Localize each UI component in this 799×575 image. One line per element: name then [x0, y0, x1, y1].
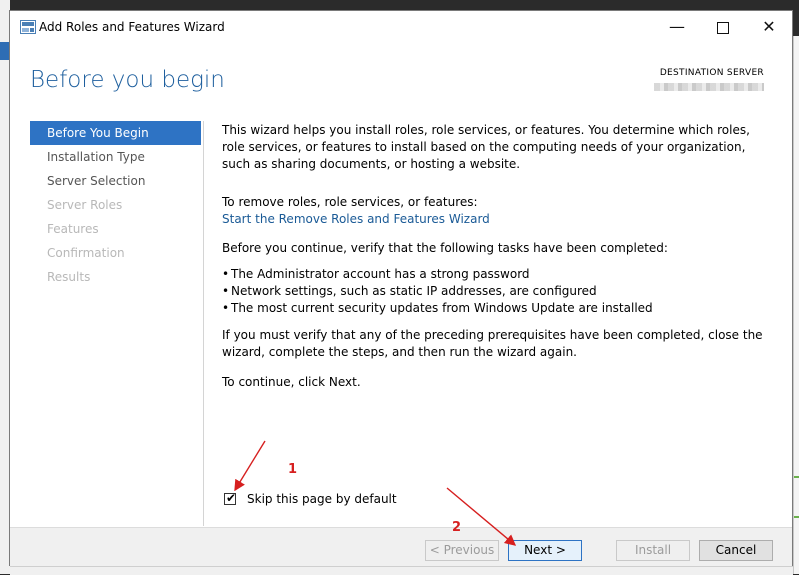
maximize-icon [717, 21, 729, 34]
destination-server-label: DESTINATION SERVER [659, 68, 764, 78]
close-icon: ✕ [762, 17, 776, 36]
cancel-button[interactable]: Cancel [699, 540, 773, 561]
prereq-text: If you must verify that any of the prece… [222, 328, 763, 359]
annotation-number-2: 2 [452, 520, 462, 535]
next-button[interactable]: Next > [508, 540, 582, 561]
install-button: Install [616, 540, 690, 561]
list-item: • Network settings, such as static IP add… [222, 284, 597, 298]
remove-text: To remove roles, role services, or featu… [222, 195, 478, 209]
prerequisite-list: • The Administrator account has a strong … [222, 266, 770, 317]
skip-page-label[interactable]: Skip this page by default [247, 492, 397, 506]
window-title: Add Roles and Features Wizard [39, 20, 225, 34]
nav-item-server-roles: Server Roles [47, 198, 123, 212]
nav-item-confirmation: Confirmation [47, 246, 125, 260]
maximize-button[interactable] [700, 11, 746, 43]
skip-page-checkbox[interactable]: ✔ [224, 491, 237, 505]
continue-text: To continue, click Next. [222, 375, 361, 389]
verify-text: Before you continue, verify that the fol… [222, 241, 668, 255]
remove-wizard-link[interactable]: Start the Remove Roles and Features Wiza… [222, 211, 770, 228]
annotation-number-1: 1 [288, 462, 298, 477]
nav-item-server-selection[interactable]: Server Selection [30, 169, 201, 193]
title-bar[interactable]: Add Roles and Features Wizard — ✕ [10, 11, 792, 43]
wizard-steps-nav: Before You Begin Installation Type Serve… [30, 121, 201, 289]
previous-button: < Previous [425, 540, 499, 561]
checkmark-icon: ✔ [226, 491, 237, 505]
server-manager-icon [20, 20, 36, 34]
nav-item-results: Results [47, 270, 91, 284]
content-panel: This wizard helps you install roles, rol… [222, 122, 770, 391]
nav-item-features: Features [47, 222, 99, 236]
background-status-line [794, 476, 799, 478]
wizard-window: Add Roles and Features Wizard — ✕ Before… [9, 10, 793, 566]
page-title: Before you begin [30, 67, 225, 93]
list-item: • The Administrator account has a strong … [222, 267, 530, 281]
nav-divider [203, 121, 204, 526]
destination-server-value-redacted [654, 83, 764, 91]
nav-item-installation-type[interactable]: Installation Type [30, 145, 201, 169]
background-app-right-edge [793, 36, 799, 574]
minimize-icon: — [669, 17, 685, 36]
wizard-footer: < Previous Next > Install Cancel [10, 527, 792, 566]
close-button[interactable]: ✕ [746, 11, 792, 43]
background-status-line [794, 516, 799, 518]
intro-text: This wizard helps you install roles, rol… [222, 123, 750, 171]
nav-item-before-you-begin[interactable]: Before You Begin [30, 121, 201, 145]
minimize-button[interactable]: — [654, 11, 700, 43]
list-item: • The most current security updates from … [222, 301, 653, 315]
